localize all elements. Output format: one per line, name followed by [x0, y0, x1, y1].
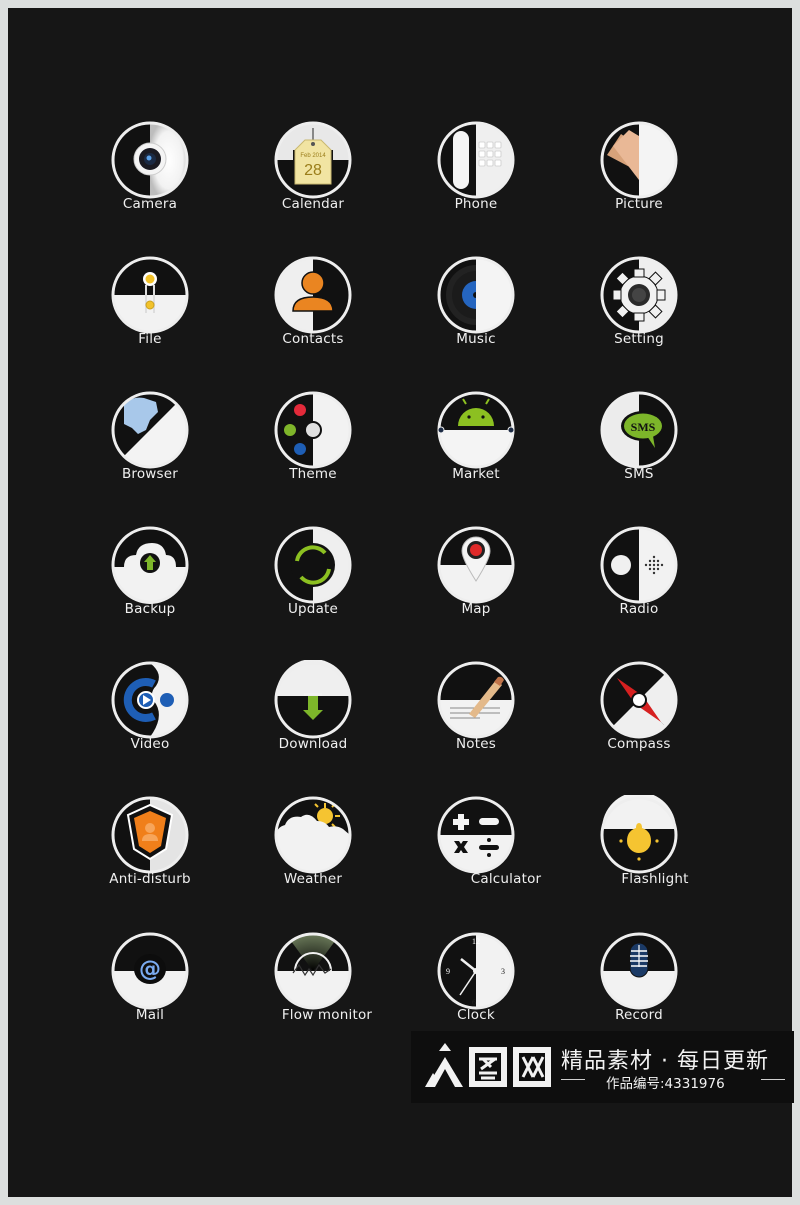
- app-label: Flashlight: [621, 871, 689, 887]
- app-tile-flow-monitor[interactable]: Flow monitor: [253, 931, 373, 1041]
- download-icon: [273, 660, 353, 740]
- phone-icon: [436, 120, 516, 200]
- app-label: Compass: [607, 736, 671, 752]
- app-tile-phone[interactable]: Phone: [416, 120, 536, 230]
- notes-icon: [436, 660, 516, 740]
- app-tile-notes[interactable]: Notes: [416, 660, 536, 770]
- app-tile-market[interactable]: Market: [416, 390, 536, 500]
- app-tile-file[interactable]: File: [90, 255, 210, 365]
- icon-sheet-panel: Camera Feb 2014 28 Calendar Phone Pictur…: [8, 8, 792, 1197]
- app-tile-camera[interactable]: Camera: [90, 120, 210, 230]
- watermark-id: 作品编号:4331976: [606, 1076, 725, 1092]
- app-tile-video[interactable]: Video: [90, 660, 210, 770]
- calendar-icon: Feb 2014 28: [273, 120, 353, 200]
- calendar-day: 28: [304, 162, 322, 179]
- app-label: Contacts: [282, 331, 344, 347]
- picture-icon: [599, 120, 679, 200]
- app-tile-update[interactable]: Update: [253, 525, 373, 635]
- app-tile-theme[interactable]: Theme: [253, 390, 373, 500]
- file-icon: [110, 255, 190, 335]
- app-label: Flow monitor: [281, 1007, 373, 1023]
- theme-icon: [273, 390, 353, 470]
- app-tile-setting[interactable]: Setting: [579, 255, 699, 365]
- app-label: Record: [615, 1007, 663, 1023]
- clock-icon: 12 3 6 9: [436, 931, 516, 1011]
- contacts-icon: [273, 255, 353, 335]
- app-label: Radio: [619, 601, 659, 617]
- at-glyph: @: [139, 957, 161, 982]
- app-label: Clock: [457, 1007, 495, 1023]
- app-label: Anti-disturb: [109, 871, 191, 887]
- app-label: Download: [278, 736, 348, 752]
- app-tile-backup[interactable]: Backup: [90, 525, 210, 635]
- at-sign-icon: @: [110, 931, 190, 1011]
- camera-icon: [110, 120, 190, 200]
- flashlight-icon: [599, 795, 679, 875]
- app-label: Weather: [283, 871, 343, 887]
- music-icon: [436, 255, 516, 335]
- app-label: Update: [287, 601, 339, 617]
- calculator-icon: [436, 795, 516, 875]
- watermark-title: 精品素材 · 每日更新: [561, 1049, 769, 1074]
- watermark-divider: [561, 1079, 585, 1080]
- app-label: SMS: [624, 466, 654, 482]
- microphone-icon: [599, 931, 679, 1011]
- app-tile-compass[interactable]: Compass: [579, 660, 699, 770]
- radio-icon: [599, 525, 679, 605]
- app-label: Video: [130, 736, 170, 752]
- globe-icon: [110, 390, 190, 470]
- flow-monitor-icon: [273, 931, 353, 1011]
- clock-numeral-9: 9: [446, 967, 450, 976]
- app-label: Backup: [124, 601, 176, 617]
- app-tile-radio[interactable]: Radio: [579, 525, 699, 635]
- app-label: Mail: [135, 1007, 165, 1023]
- sms-icon: SMS: [599, 390, 679, 470]
- app-label: Phone: [454, 196, 498, 212]
- app-tile-weather[interactable]: Weather: [253, 795, 373, 905]
- clock-numeral-12: 12: [472, 937, 480, 946]
- app-tile-calendar[interactable]: Feb 2014 28 Calendar: [253, 120, 373, 230]
- shield-icon: [110, 795, 190, 875]
- clock-numeral-6: 6: [472, 998, 476, 1007]
- app-tile-flashlight[interactable]: Flashlight: [579, 795, 699, 905]
- app-tile-anti-disturb[interactable]: Anti-disturb: [90, 795, 210, 905]
- app-label: Theme: [289, 466, 337, 482]
- clock-numeral-3: 3: [501, 967, 505, 976]
- app-label: Camera: [122, 196, 178, 212]
- gear-icon: [599, 255, 679, 335]
- app-tile-map[interactable]: Map: [416, 525, 536, 635]
- app-label: Calendar: [281, 196, 345, 212]
- app-label: Picture: [615, 196, 663, 212]
- app-tile-record[interactable]: Record: [579, 931, 699, 1041]
- video-icon: [110, 660, 190, 740]
- watermark-divider: [761, 1079, 785, 1080]
- app-tile-clock[interactable]: 12 3 6 9 Clock: [416, 931, 536, 1041]
- compass-icon: [599, 660, 679, 740]
- map-pin-icon: [436, 525, 516, 605]
- app-label: Setting: [614, 331, 664, 347]
- app-tile-download[interactable]: Download: [253, 660, 373, 770]
- android-icon: [436, 390, 516, 470]
- refresh-icon: [273, 525, 353, 605]
- app-label: Music: [456, 331, 496, 347]
- app-tile-sms[interactable]: SMS SMS: [579, 390, 699, 500]
- app-label: Notes: [456, 736, 496, 752]
- app-label: Market: [452, 466, 500, 482]
- app-label: Browser: [121, 466, 179, 482]
- app-tile-browser[interactable]: Browser: [90, 390, 210, 500]
- app-tile-calculator[interactable]: Calculator: [416, 795, 541, 905]
- weather-icon: [273, 795, 353, 875]
- app-tile-picture[interactable]: Picture: [579, 120, 699, 230]
- watermark-banner: 精品素材 · 每日更新 作品编号:4331976: [411, 1031, 794, 1103]
- app-label: Calculator: [470, 871, 542, 887]
- app-label: File: [138, 331, 162, 347]
- sms-bubble-text: SMS: [631, 420, 656, 434]
- app-tile-music[interactable]: Music: [416, 255, 536, 365]
- app-tile-mail[interactable]: @ Mail: [90, 931, 210, 1041]
- app-tile-contacts[interactable]: Contacts: [253, 255, 373, 365]
- cloud-upload-icon: [110, 525, 190, 605]
- calendar-month: Feb 2014: [300, 153, 326, 159]
- app-label: Map: [461, 601, 491, 617]
- brand-logo-icon: [425, 1043, 551, 1087]
